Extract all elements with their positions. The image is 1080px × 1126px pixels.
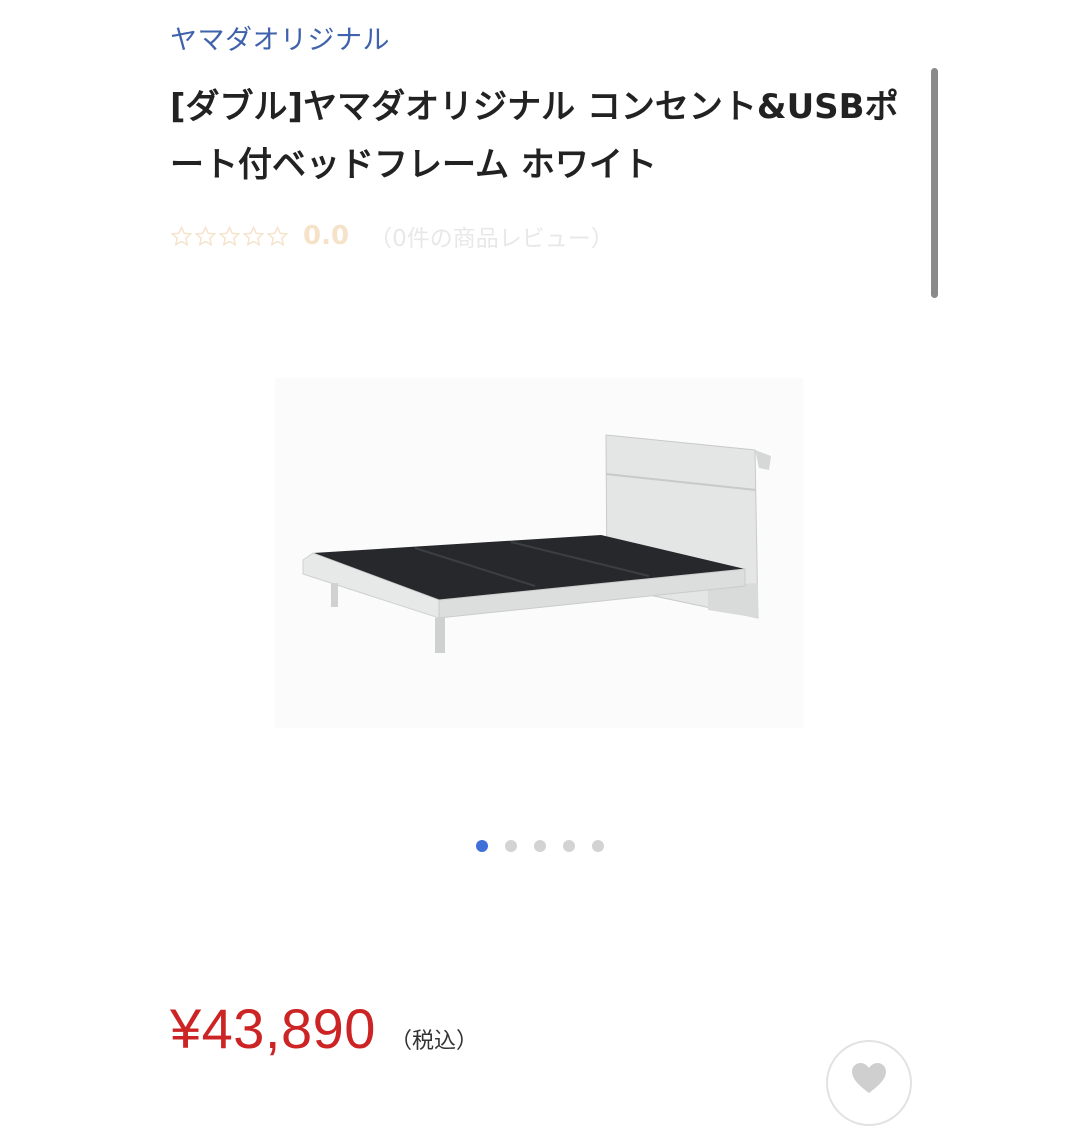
pagination-dot[interactable] <box>592 840 604 852</box>
pagination-dot[interactable] <box>505 840 517 852</box>
favorite-button[interactable] <box>826 1040 912 1126</box>
review-count-link[interactable]: （0件の商品レビュー） <box>369 219 614 253</box>
pagination-dot[interactable] <box>563 840 575 852</box>
tax-label: （税込） <box>389 1029 478 1054</box>
price-row: ¥43,890 （税込） <box>170 996 478 1061</box>
rating-row[interactable]: 0.0 （0件の商品レビュー） <box>170 218 614 254</box>
heart-icon <box>852 1063 886 1093</box>
rating-stars <box>170 225 289 248</box>
star-outline-icon <box>194 225 217 246</box>
pagination-dot[interactable] <box>534 840 546 852</box>
gallery-pagination <box>476 840 604 852</box>
bed-frame-illustration <box>275 378 803 728</box>
price: ¥43,890 <box>170 997 376 1060</box>
star-outline-icon <box>266 225 289 246</box>
product-image[interactable] <box>275 378 803 728</box>
star-outline-icon <box>218 225 241 246</box>
rating-value: 0.0 <box>303 221 350 251</box>
scrollbar-thumb[interactable] <box>931 68 938 298</box>
brand-link[interactable]: ヤマダオリジナル <box>170 18 390 57</box>
star-outline-icon <box>170 225 193 246</box>
star-outline-icon <box>242 225 265 246</box>
pagination-dot[interactable] <box>476 840 488 852</box>
product-title: [ダブル]ヤマダオリジナル コンセント&USBポート付ベッドフレーム ホワイト <box>170 87 899 185</box>
